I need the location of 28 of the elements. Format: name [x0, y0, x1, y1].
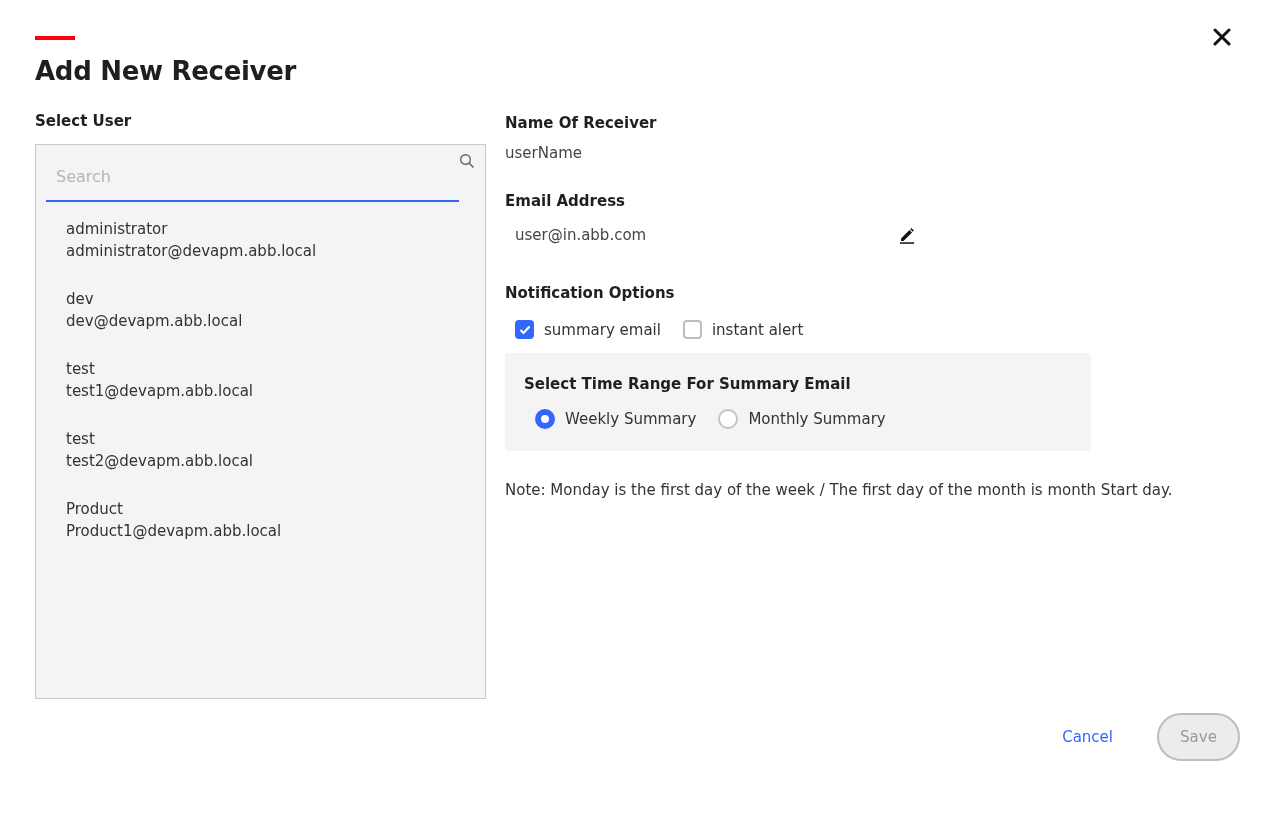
- search-icon: [459, 153, 475, 169]
- time-range-radio[interactable]: Weekly Summary: [535, 409, 697, 429]
- pencil-icon[interactable]: [899, 226, 915, 244]
- checkbox-icon[interactable]: [515, 320, 534, 339]
- user-list-item[interactable]: administrator administrator@devapm.abb.local: [46, 202, 475, 272]
- user-list-item[interactable]: test test2@devapm.abb.local: [46, 412, 475, 482]
- email-address-value: user@in.abb.com: [515, 226, 647, 244]
- notification-checkbox[interactable]: summary email: [515, 320, 661, 339]
- dialog-title: Add New Receiver: [35, 56, 298, 86]
- select-user-label: Select User: [35, 112, 133, 130]
- note-text: Note: Monday is the first day of the week / The first day of the month is month Start day.: [505, 481, 1174, 499]
- user-list-item[interactable]: Product Product1@devapm.abb.local: [46, 482, 475, 552]
- email-address-label: Email Address: [505, 192, 626, 210]
- accent-bar: [35, 36, 75, 40]
- receiver-name-label: Name Of Receiver: [505, 114, 658, 132]
- radio-icon[interactable]: [718, 409, 739, 429]
- receiver-name-value: userName: [505, 144, 582, 162]
- time-range-radio[interactable]: Monthly Summary: [718, 409, 886, 429]
- search-field[interactable]: Search: [46, 153, 475, 202]
- checkbox-icon[interactable]: [682, 320, 702, 339]
- user-list-item[interactable]: dev dev@devapm.abb.local: [46, 272, 475, 342]
- radio-icon[interactable]: [535, 409, 555, 429]
- close-button[interactable]: [1211, 26, 1233, 48]
- user-list-item[interactable]: test test1@devapm.abb.local: [46, 342, 475, 412]
- cancel-button[interactable]: Cancel: [1060, 724, 1115, 750]
- notification-options-label: Notification Options: [505, 284, 676, 302]
- notification-checkbox[interactable]: instant alert: [682, 320, 804, 339]
- time-range-label: Select Time Range For Summary Email: [524, 375, 852, 393]
